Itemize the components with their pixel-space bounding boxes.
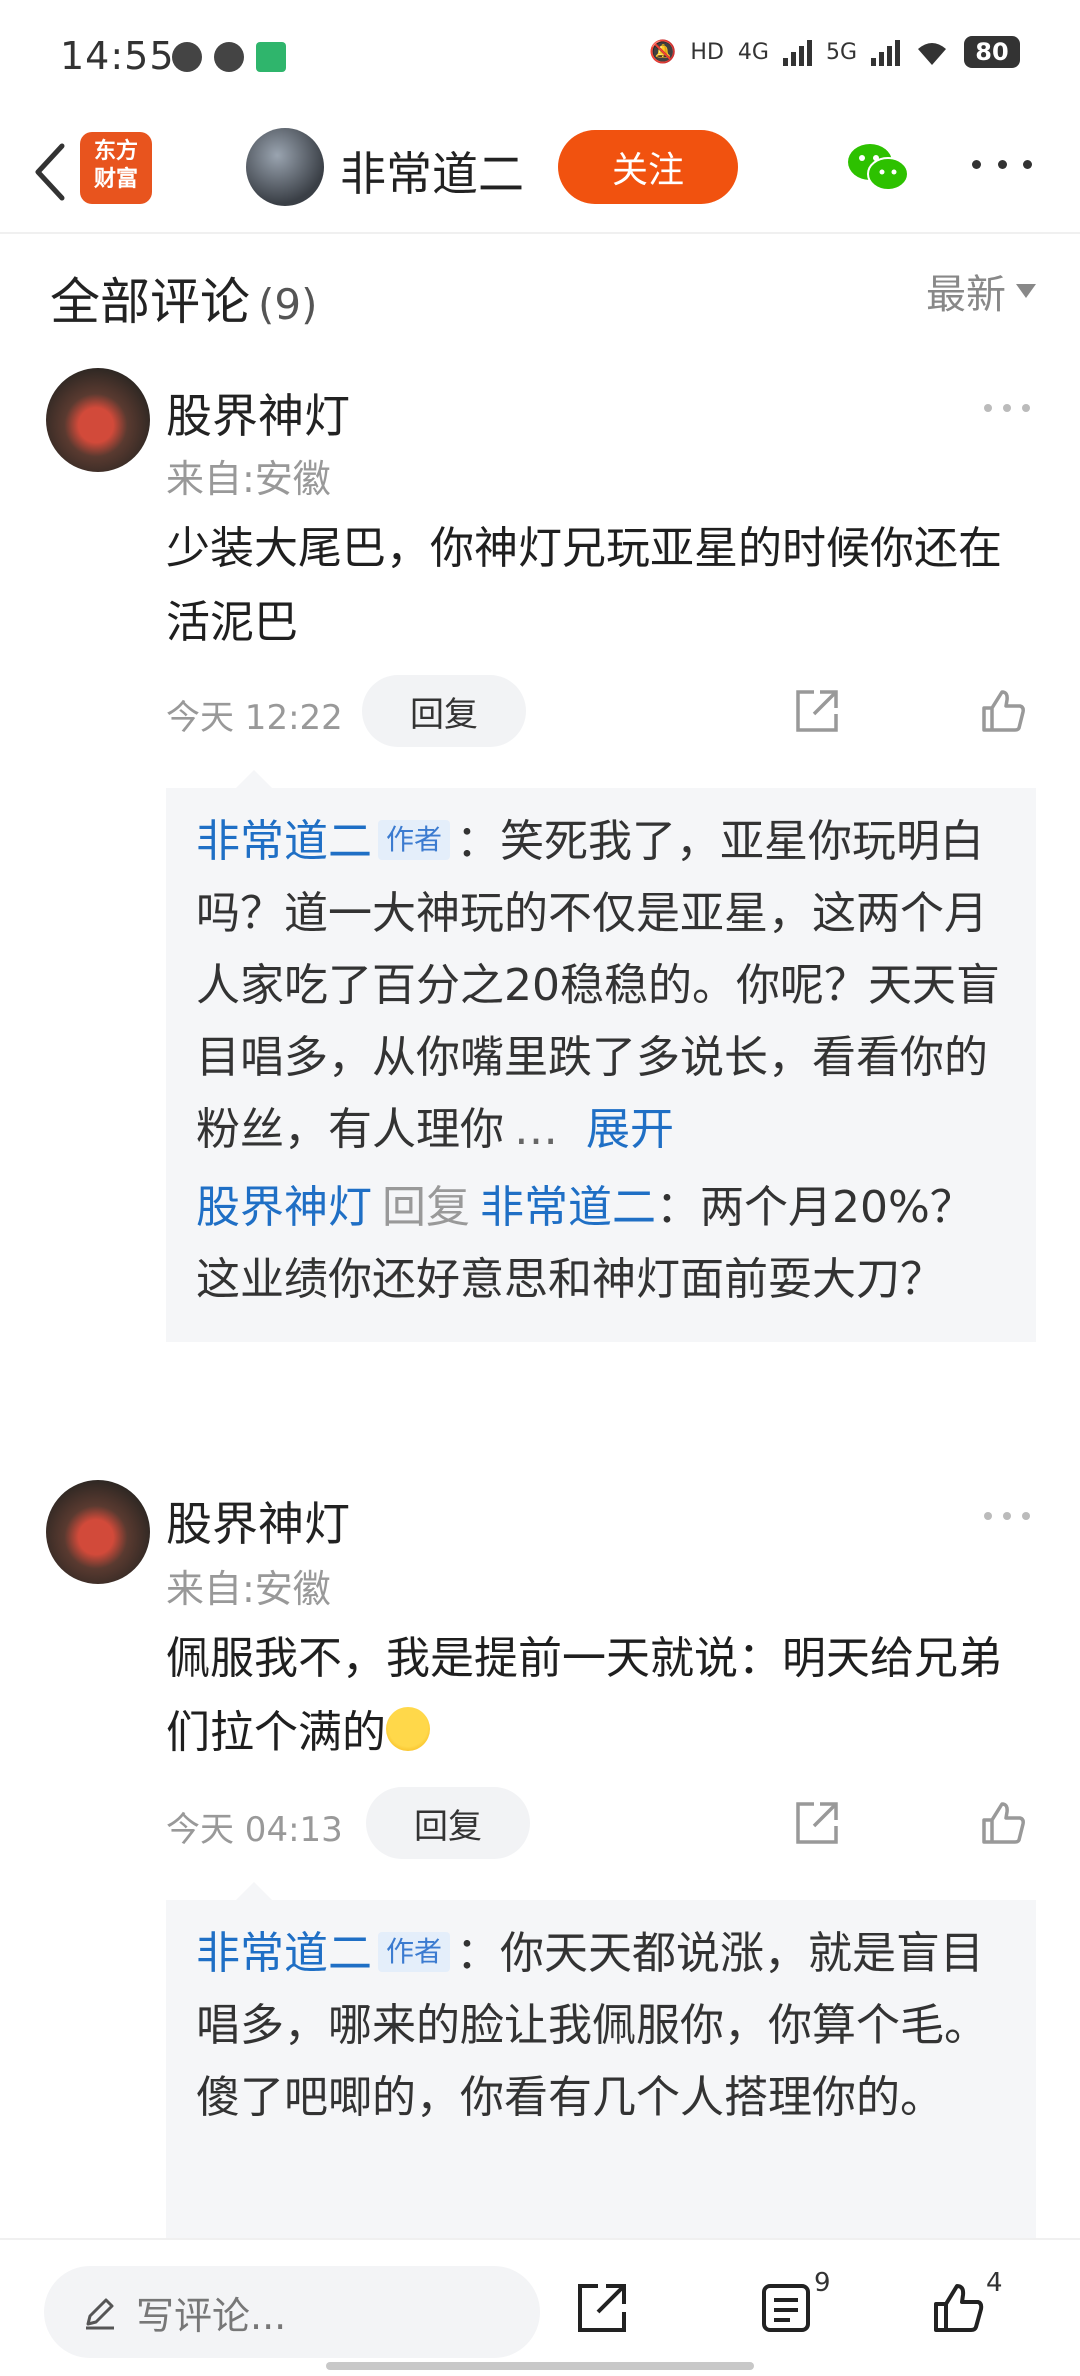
thumbs-up-icon[interactable] bbox=[978, 686, 1028, 736]
comment-input-placeholder: 写评论... bbox=[136, 2293, 287, 2338]
sync-icon bbox=[172, 42, 202, 72]
follow-button[interactable]: 关注 bbox=[558, 130, 738, 204]
author-name[interactable]: 非常道二 bbox=[340, 138, 524, 204]
reply-item[interactable]: 股界神灯 回复 非常道二：两个月20%？这业绩你还好意思和神灯面前耍大刀？ bbox=[196, 1172, 1006, 1316]
thumbs-up-icon[interactable] bbox=[930, 2280, 986, 2336]
thumbs-up-icon[interactable] bbox=[978, 1798, 1028, 1848]
comments-title-label: 全部评论 bbox=[50, 273, 250, 331]
laughing-emoji-icon bbox=[386, 1707, 430, 1751]
app-notification-icon bbox=[256, 42, 286, 72]
comment-text: 少装大尾巴，你神灯兄玩亚星的时候你还在活泥巴 bbox=[166, 523, 1002, 648]
mute-icon: 🔕 bbox=[649, 39, 677, 65]
comments-section-title: 全部评论 (9) bbox=[50, 262, 318, 334]
commenter-avatar[interactable] bbox=[46, 1480, 150, 1584]
signal-4g-icon bbox=[782, 38, 812, 66]
top-nav-bar: 东方 财富 非常道二 关注 bbox=[0, 110, 1080, 234]
more-dot-icon bbox=[1023, 159, 1032, 169]
bottom-action-bar: 写评论... 9 4 bbox=[0, 2238, 1080, 2376]
reply-thread: 非常道二 作者 ：笑死我了，亚星你玩明白吗？道一大神玩的不仅是亚星，这两个月人家吃了… bbox=[166, 770, 1036, 1342]
reply-word: 回复 bbox=[382, 1182, 470, 1233]
wechat-icon[interactable] bbox=[846, 140, 910, 196]
commenter-name[interactable]: 股界神灯 bbox=[166, 1488, 350, 1554]
author-badge: 作者 bbox=[378, 820, 451, 860]
more-dot-icon bbox=[997, 159, 1007, 169]
home-indicator[interactable] bbox=[326, 2362, 754, 2370]
5g-label: 5G bbox=[825, 39, 857, 65]
back-button[interactable] bbox=[24, 134, 76, 210]
reply-button[interactable]: 回复 bbox=[362, 675, 526, 747]
like-count-badge: 4 bbox=[986, 2268, 1003, 2298]
share-icon[interactable] bbox=[574, 2280, 630, 2336]
comment-time: 今天 04:13 bbox=[166, 1810, 343, 1850]
more-button[interactable] bbox=[972, 144, 1032, 184]
commenter-name[interactable]: 股界神灯 bbox=[166, 380, 350, 446]
comment-more-button[interactable] bbox=[984, 404, 1030, 414]
comment-text-body: 佩服我不，我是提前一天就说：明天给兄弟们拉个满的 bbox=[166, 1633, 1002, 1758]
reply-author[interactable]: 股界神灯 bbox=[196, 1182, 372, 1233]
commenter-location: 来自:安徽 bbox=[166, 457, 331, 501]
author-badge: 作者 bbox=[378, 1932, 451, 1972]
message-icon bbox=[214, 42, 244, 72]
4g-label: 4G bbox=[737, 39, 769, 65]
status-indicators: 🔕 HD 4G 5G 80 bbox=[649, 36, 1020, 68]
reply-item[interactable]: 非常道二 作者 ：你天天都说涨，就是盲目唱多，哪来的脸让我佩服你，你算个毛。傻了吧唧… bbox=[196, 1918, 1006, 2134]
comment-more-button[interactable] bbox=[984, 1512, 1030, 1522]
sort-label: 最新 bbox=[926, 272, 1006, 318]
wifi-icon bbox=[918, 43, 946, 65]
author-avatar[interactable] bbox=[246, 128, 324, 206]
more-dot-icon bbox=[972, 159, 981, 169]
status-time: 14:55 bbox=[60, 34, 175, 78]
sort-dropdown[interactable]: 最新 bbox=[926, 262, 1036, 320]
expand-link[interactable]: 展开 bbox=[586, 1104, 674, 1155]
comment-time: 今天 12:22 bbox=[166, 698, 343, 738]
commenter-location: 来自:安徽 bbox=[166, 1567, 331, 1611]
hd-label: HD bbox=[690, 39, 724, 65]
comment-count-badge: 9 bbox=[814, 2268, 831, 2298]
signal-5g-icon bbox=[871, 38, 900, 66]
reply-author[interactable]: 非常道二 bbox=[196, 1928, 372, 1979]
reply-author[interactable]: 非常道二 bbox=[196, 816, 372, 867]
status-notification-icons bbox=[172, 42, 286, 72]
reply-ellipsis: … bbox=[514, 1104, 558, 1155]
back-arrow-icon bbox=[35, 143, 65, 201]
status-bar: 14:55 🔕 HD 4G 5G 80 bbox=[0, 0, 1080, 110]
chevron-down-icon bbox=[1016, 284, 1036, 298]
reply-thread: 非常道二 作者 ：你天天都说涨，就是盲目唱多，哪来的脸让我佩服你，你算个毛。傻了吧唧… bbox=[166, 1882, 1036, 2238]
pencil-icon bbox=[86, 2298, 114, 2330]
share-icon[interactable] bbox=[792, 1798, 842, 1848]
comment-text: 佩服我不，我是提前一天就说：明天给兄弟们拉个满的 bbox=[166, 1622, 1036, 1770]
comments-count: (9) bbox=[258, 280, 318, 329]
commenter-avatar[interactable] bbox=[46, 368, 150, 472]
app-logo-line2: 财富 bbox=[93, 167, 138, 192]
reply-item[interactable]: 非常道二 作者 ：笑死我了，亚星你玩明白吗？道一大神玩的不仅是亚星，这两个月人家吃了… bbox=[196, 806, 1006, 1166]
comment-input[interactable]: 写评论... bbox=[44, 2266, 540, 2358]
reply-target[interactable]: 非常道二 bbox=[480, 1182, 656, 1233]
comments-icon[interactable] bbox=[758, 2280, 814, 2336]
battery-indicator: 80 bbox=[964, 36, 1020, 68]
app-logo[interactable]: 东方 财富 bbox=[80, 132, 152, 204]
share-icon[interactable] bbox=[792, 686, 842, 736]
app-logo-line1: 东方 bbox=[93, 139, 138, 164]
reply-button[interactable]: 回复 bbox=[366, 1787, 530, 1859]
